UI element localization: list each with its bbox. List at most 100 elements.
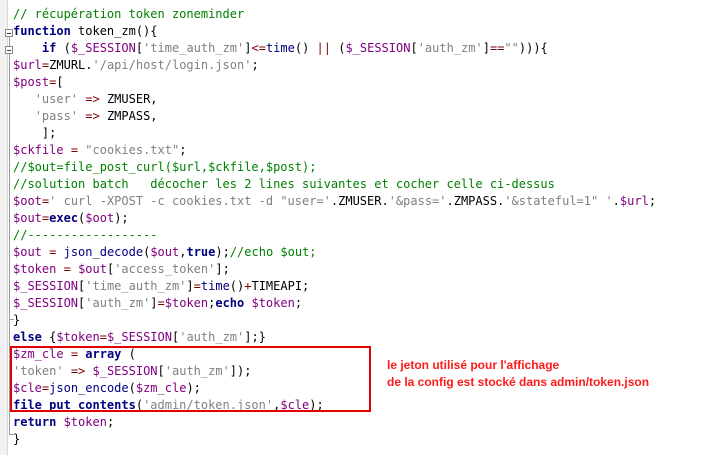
code-token: 'auth_zm' <box>179 330 245 344</box>
code-token: ); <box>215 245 230 259</box>
code-line: return $token; <box>13 414 728 431</box>
code-token: == <box>489 41 505 55</box>
code-token: = <box>193 279 201 293</box>
code-token: ; <box>106 415 115 429</box>
code-line: $ckfile = "cookies.txt"; <box>13 142 728 159</box>
code-token: echo <box>215 296 252 310</box>
code-token: 'user' <box>34 92 79 106</box>
code-token: else <box>13 330 50 344</box>
code-line: ]; <box>13 125 728 142</box>
editor-gutter <box>0 0 8 455</box>
code-token: $_SESSION <box>13 279 79 293</box>
code-token: '&stateful=1" ' <box>504 194 613 208</box>
code-token: $_SESSION <box>13 296 79 310</box>
code-token: [ <box>410 41 418 55</box>
code-token: $ckfile <box>13 143 64 157</box>
code-token: $_SESSION <box>106 330 172 344</box>
code-token: = <box>99 330 107 344</box>
code-token: () <box>294 41 317 55</box>
code-token: //$out=file_post_curl($url,$ckfile,$post… <box>13 160 317 174</box>
code-line: $token = $out['access_token']; <box>13 261 728 278</box>
code-line: $oot=' curl -XPOST -c cookies.txt -d "us… <box>13 193 728 210</box>
code-token: $token <box>13 262 57 276</box>
code-token: exec <box>49 211 79 225</box>
code-token: // récupération token zoneminder <box>13 7 245 21</box>
code-line: $out = json_decode($out,true);//echo $ou… <box>13 244 728 261</box>
code-token: ZMUSER, <box>99 92 158 106</box>
annotation-note: le jeton utilisé pour l'affichage de la … <box>387 357 649 391</box>
code-token: $out <box>13 211 42 225</box>
code-token: ]; <box>215 262 230 276</box>
code-token: ] <box>150 296 158 310</box>
code-token: $out <box>150 245 180 259</box>
code-token: 'auth_zm' <box>85 296 151 310</box>
code-line: //solution batch décocher les 2 lines su… <box>13 176 728 193</box>
code-token: = <box>157 296 165 310</box>
code-line: //------------------ <box>13 227 728 244</box>
code-token: time <box>200 279 230 293</box>
code-token: 'auth_zm' <box>417 41 483 55</box>
code-token: => <box>85 109 100 123</box>
code-line: 'pass' => ZMPASS, <box>13 108 728 125</box>
code-line: //$out=file_post_curl($url,$ckfile,$post… <box>13 159 728 176</box>
code-token: $token <box>164 296 209 310</box>
code-token: ZMPASS, <box>99 109 158 123</box>
code-token: $post <box>13 75 50 89</box>
fold-toggle-icon[interactable] <box>5 46 13 54</box>
code-token: } <box>13 313 21 327</box>
code-token: return <box>13 415 64 429</box>
code-token: $_SESSION <box>345 41 411 55</box>
code-token: '/api/host/login.json' <box>92 58 252 72</box>
code-token: $url <box>619 194 649 208</box>
code-line: // récupération token zoneminder <box>13 6 728 23</box>
code-token: $token <box>56 330 100 344</box>
code-line: if ($_SESSION['time_auth_zm']<=time() ||… <box>13 40 728 57</box>
code-token: 'time_auth_zm' <box>85 279 187 293</box>
code-line: $post=[ <box>13 74 728 91</box>
code-token: = <box>70 143 79 157</box>
code-token: ]; <box>13 126 57 140</box>
code-token: ; <box>294 296 303 310</box>
code-token: function <box>13 24 79 38</box>
code-line: else {$token=$_SESSION['auth_zm'];} <box>13 329 728 346</box>
code-token: //echo $out; <box>229 245 317 259</box>
code-token: $out <box>13 245 42 259</box>
code-token: <= <box>251 41 266 55</box>
code-token: [ <box>56 75 64 89</box>
annotation-line: de la config est stocké dans admin/token… <box>387 375 650 389</box>
code-token: true <box>186 245 216 259</box>
fold-toggle-icon[interactable] <box>5 29 13 37</box>
code-token: "cookies.txt" <box>85 143 180 157</box>
code-token: $oot <box>85 211 115 225</box>
code-token: "" <box>504 41 519 55</box>
code-token: ZMURL. <box>49 58 93 72</box>
code-token: = <box>63 262 71 276</box>
code-token: ( <box>63 41 71 55</box>
code-token: ; <box>251 58 259 72</box>
code-token: '&pass=' <box>388 194 447 208</box>
code-token: ); <box>114 211 129 225</box>
code-token: ; <box>648 194 657 208</box>
code-token: 'time_auth_zm' <box>143 41 245 55</box>
code-token: ( <box>330 41 346 55</box>
code-token: $token <box>251 296 295 310</box>
code-token: ] <box>186 279 194 293</box>
code-line: $_SESSION['auth_zm']=$token;echo $token; <box>13 295 728 312</box>
code-token: ' curl -XPOST -c cookies.txt -d "user=' <box>49 194 331 208</box>
code-line: $url=ZMURL.'/api/host/login.json'; <box>13 57 728 74</box>
code-line: 'user' => ZMUSER, <box>13 91 728 108</box>
code-token: ] <box>482 41 490 55</box>
code-line: } <box>13 431 728 448</box>
code-token: ; <box>179 143 187 157</box>
code-token: 'pass' <box>34 109 79 123</box>
code-token: $out <box>78 262 107 276</box>
code-token: TIMEAPI; <box>251 279 310 293</box>
code-token: .ZMPASS. <box>446 194 505 208</box>
code-token: ))){ <box>518 41 548 55</box>
